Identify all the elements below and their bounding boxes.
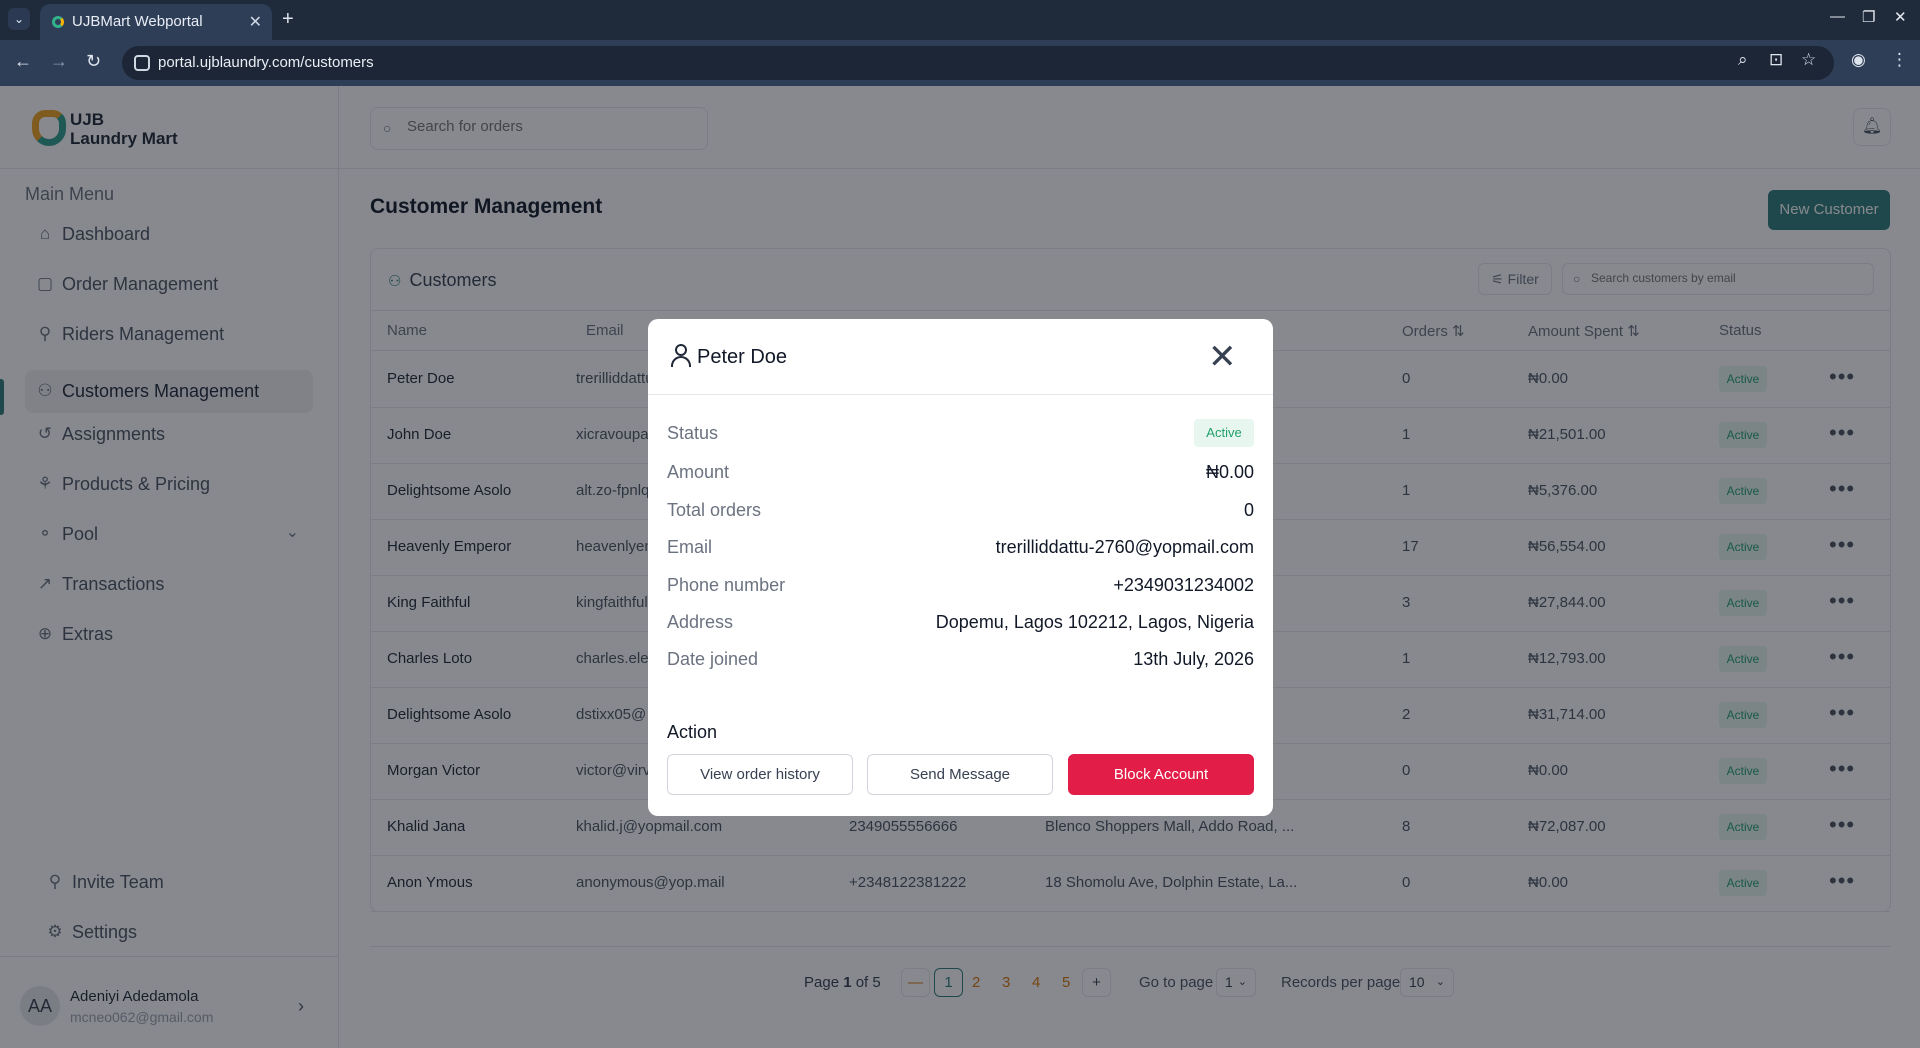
forward-icon[interactable]: → — [50, 51, 68, 72]
url-text: portal.ujblaundry.com/customers — [158, 54, 374, 71]
close-icon[interactable]: ✕ — [1208, 337, 1237, 377]
detail-phone: Phone number +2349031234002 — [667, 571, 1254, 599]
detail-label: Amount — [667, 462, 730, 482]
browser-menu-icon[interactable]: ⋮ — [1891, 50, 1908, 70]
browser-tab-bar: ⌄ UJBMart Webportal ✕ + — ❐ ✕ — [0, 0, 1920, 40]
detail-total-orders: Total orders 0 — [667, 496, 1254, 524]
status-badge: Active — [1194, 419, 1254, 447]
detail-label: Total orders — [667, 500, 762, 520]
modal-title: Peter Doe — [697, 346, 788, 368]
detail-value: +2349031234002 — [1113, 575, 1254, 595]
install-icon[interactable]: ⊡ — [1769, 50, 1783, 70]
detail-email: Email trerilliddattu-2760@yopmail.com — [667, 533, 1254, 561]
tab-title: UJBMart Webportal — [72, 13, 203, 30]
user-icon — [670, 343, 692, 367]
favicon-icon — [52, 16, 64, 28]
zoom-icon[interactable]: ⌕ — [1738, 50, 1748, 70]
maximize-icon[interactable]: ❐ — [1862, 8, 1875, 26]
detail-value: ₦0.00 — [1205, 462, 1254, 482]
detail-value: trerilliddattu-2760@yopmail.com — [995, 537, 1254, 557]
detail-label: Date joined — [667, 649, 759, 669]
minimize-icon[interactable]: — — [1830, 8, 1845, 25]
url-field[interactable]: portal.ujblaundry.com/customers — [122, 46, 1834, 80]
detail-label: Email — [667, 537, 713, 557]
new-tab-icon[interactable]: + — [282, 8, 294, 31]
action-heading: Action — [667, 722, 718, 742]
site-info-icon[interactable] — [134, 55, 150, 71]
detail-address: Address Dopemu, Lagos 102212, Lagos, Nig… — [667, 608, 1254, 636]
customer-detail-modal: Peter Doe ✕ Status Active Amount ₦0.00 T… — [648, 319, 1273, 816]
detail-label: Phone number — [667, 575, 786, 595]
back-icon[interactable]: ← — [14, 51, 32, 72]
tab-search-chevron-icon[interactable]: ⌄ — [8, 8, 30, 30]
detail-date-joined: Date joined 13th July, 2026 — [667, 645, 1254, 673]
detail-label: Address — [667, 612, 734, 632]
detail-amount: Amount ₦0.00 — [667, 458, 1254, 486]
detail-status: Status Active — [667, 419, 1254, 447]
detail-value: 13th July, 2026 — [1133, 649, 1254, 669]
block-account-button[interactable]: Block Account — [1068, 754, 1254, 795]
profile-icon[interactable]: ◉ — [1851, 50, 1866, 70]
detail-value: Dopemu, Lagos 102212, Lagos, Nigeria — [935, 612, 1254, 632]
view-order-history-button[interactable]: View order history — [667, 754, 853, 795]
detail-value: 0 — [1243, 500, 1254, 520]
send-message-button[interactable]: Send Message — [867, 754, 1053, 795]
browser-tab[interactable]: UJBMart Webportal ✕ — [40, 4, 272, 40]
reload-icon[interactable]: ↻ — [86, 51, 101, 72]
address-bar: ← → ↻ portal.ujblaundry.com/customers — [0, 40, 1920, 86]
detail-label: Status — [667, 423, 719, 443]
modal-header: Peter Doe ✕ — [648, 319, 1273, 395]
tab-close-icon[interactable]: ✕ — [249, 12, 262, 32]
window-close-icon[interactable]: ✕ — [1894, 8, 1907, 26]
bookmark-star-icon[interactable]: ☆ — [1801, 50, 1816, 70]
